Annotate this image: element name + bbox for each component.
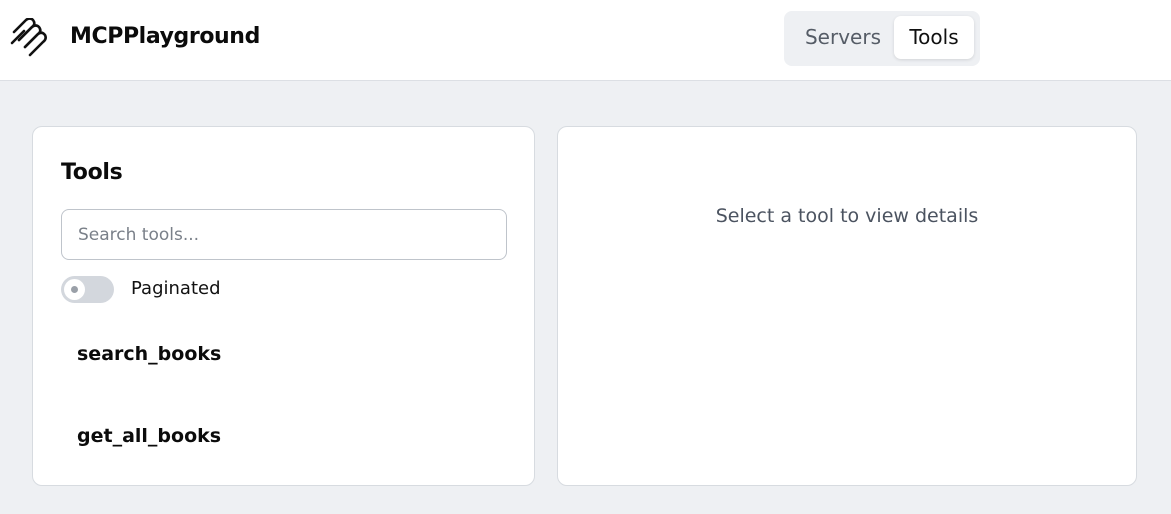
paginated-toggle[interactable] [61,276,114,303]
nav-tabs: Servers Tools [784,11,980,66]
tool-item-search-books[interactable]: search_books [61,327,507,409]
empty-state-message: Select a tool to view details [715,205,979,227]
search-tools-input[interactable] [61,209,507,260]
tab-tools[interactable]: Tools [894,16,974,59]
toggle-knob [64,279,85,300]
paginated-label: Paginated [131,278,221,299]
app-title: MCPPlayground [70,24,260,49]
tab-servers[interactable]: Servers [793,16,893,59]
logo-icon[interactable] [10,18,48,58]
tools-panel: Tools Paginated search_books get_all_boo… [32,126,535,486]
tool-details-panel: Select a tool to view details [557,126,1137,486]
top-bar: MCPPlayground Servers Tools [0,0,1171,81]
tool-item-get-all-books[interactable]: get_all_books [61,409,507,491]
tools-panel-title: Tools [61,160,123,185]
tool-list: search_books get_all_books [61,327,507,491]
